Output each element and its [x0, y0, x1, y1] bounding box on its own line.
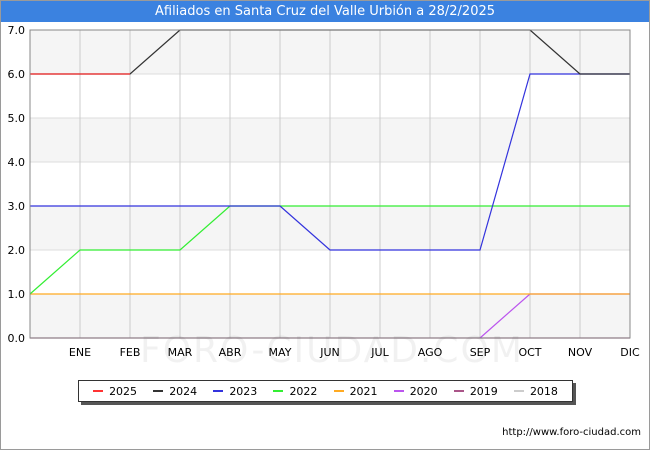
legend-label: 2025 [109, 384, 138, 398]
y-tick-label: 4.0 [8, 156, 26, 169]
legend-entry-2021: 2021 [333, 384, 378, 398]
legend-label: 2020 [409, 384, 438, 398]
y-tick-label: 3.0 [8, 200, 26, 213]
legend-entry-2019: 2019 [453, 384, 498, 398]
y-tick-label: 7.0 [8, 24, 26, 37]
y-tick-label: 6.0 [8, 68, 26, 81]
legend: 2025 2024 2023 2022 2021 2020 2019 2018 [78, 380, 573, 402]
legend-label: 2023 [229, 384, 258, 398]
legend-swatch [393, 390, 404, 392]
legend-swatch [93, 390, 104, 392]
legend-entry-2023: 2023 [213, 385, 257, 398]
x-tick-label: FEB [120, 346, 141, 359]
legend-swatch [513, 390, 524, 392]
legend-swatch [213, 390, 224, 392]
y-axis-ticks: 0.0 1.0 2.0 3.0 4.0 5.0 6.0 7.0 [8, 24, 26, 345]
x-tick-label: DIC [620, 346, 640, 359]
legend-swatch [333, 390, 344, 392]
legend-swatch [453, 390, 464, 392]
legend-entry-2024: 2024 [153, 385, 197, 398]
legend-entry-2022: 2022 [273, 385, 317, 398]
legend-swatch [153, 390, 164, 392]
legend-entry-2025: 2025 [93, 385, 137, 398]
grid-lines [30, 29, 631, 339]
y-tick-label: 0.0 [8, 332, 26, 345]
x-tick-label: ENE [69, 346, 91, 359]
legend-label: 2022 [289, 384, 318, 398]
y-tick-label: 1.0 [8, 288, 26, 301]
y-tick-label: 2.0 [8, 244, 26, 257]
watermark: FORO-CIUDAD.COM [140, 330, 524, 371]
legend-label: 2019 [469, 384, 498, 398]
legend-label: 2021 [349, 384, 378, 398]
legend-entry-2018: 2018 [513, 384, 558, 398]
source-credit: http://www.foro-ciudad.com [502, 427, 641, 438]
y-tick-label: 5.0 [8, 112, 26, 125]
legend-entry-2020: 2020 [393, 384, 438, 398]
x-tick-label: NOV [568, 346, 593, 359]
legend-label: 2018 [529, 384, 558, 398]
legend-swatch [273, 390, 284, 392]
legend-label: 2024 [169, 384, 198, 398]
